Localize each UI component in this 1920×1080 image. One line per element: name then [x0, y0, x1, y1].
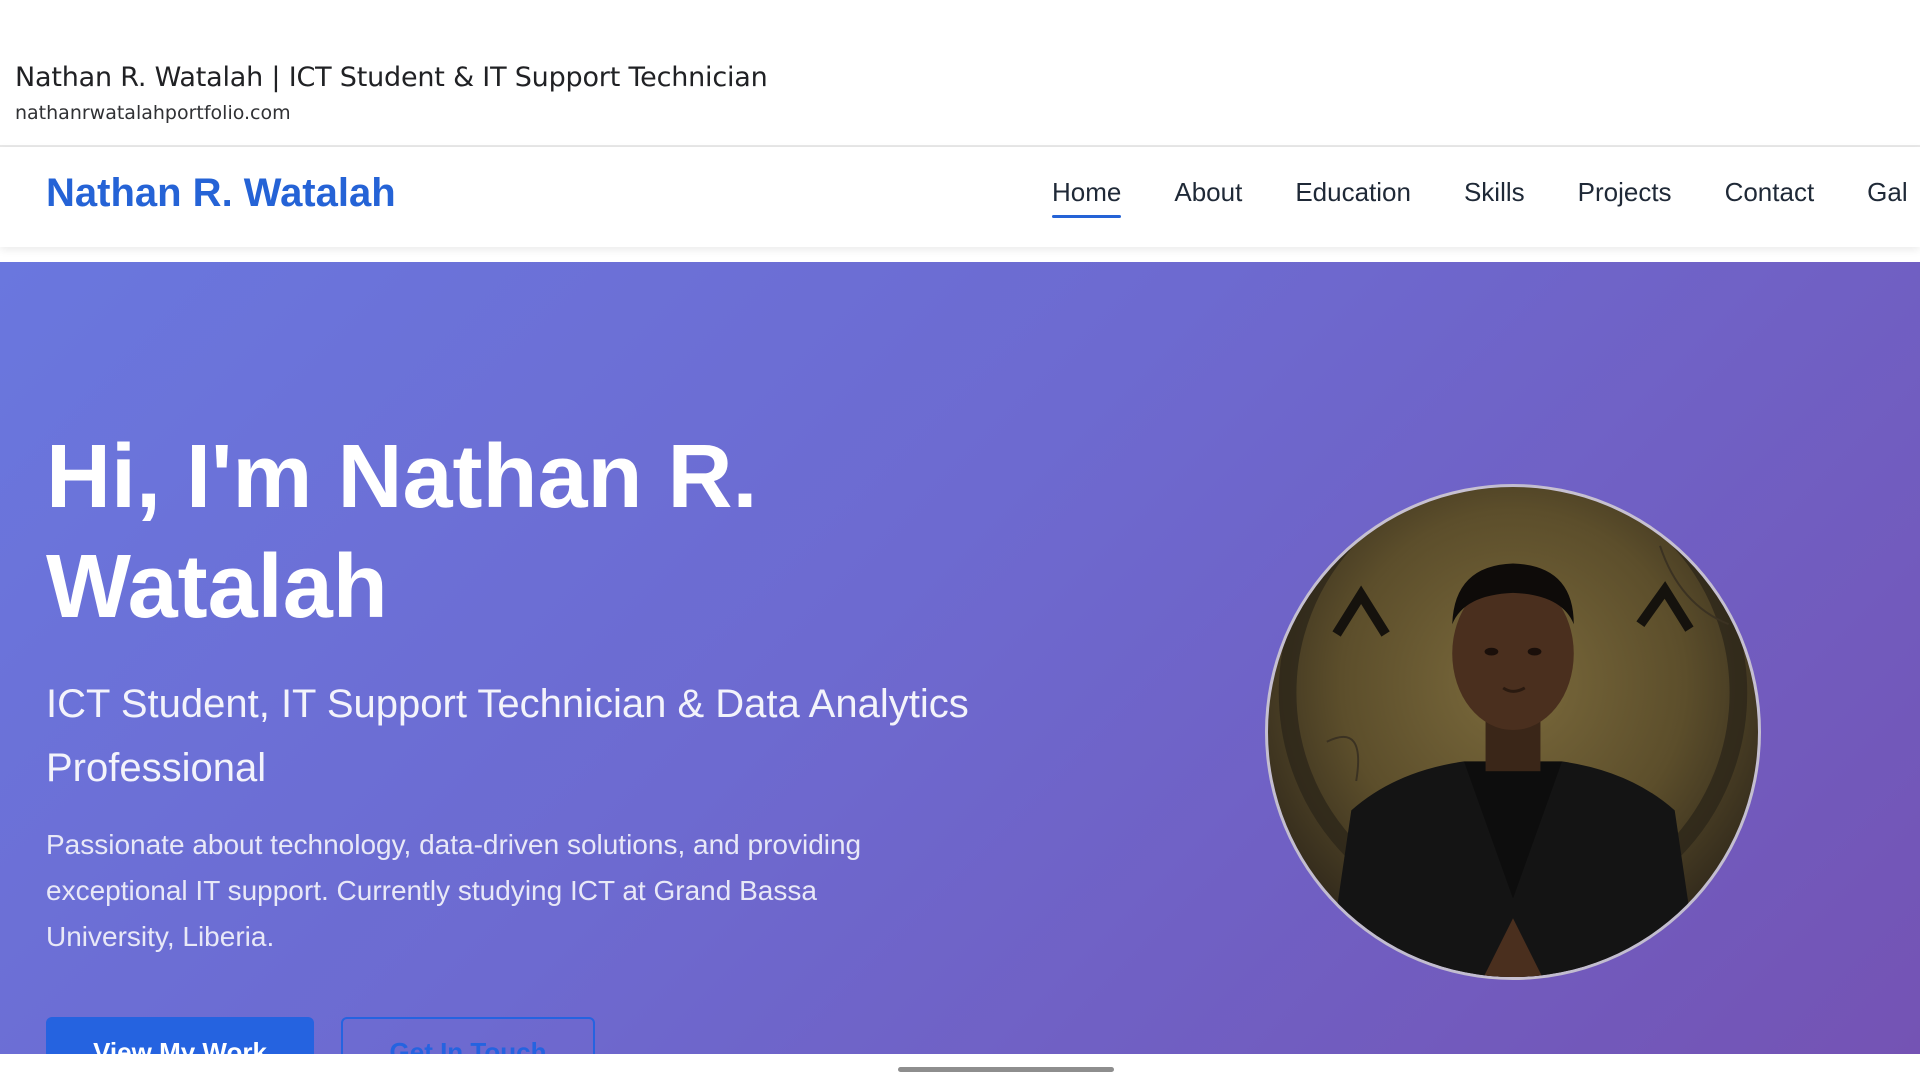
- nav-link-projects[interactable]: Projects: [1578, 177, 1672, 218]
- site-navbar: Nathan R. Watalah Home About Education S…: [0, 147, 1920, 247]
- hero-description: Passionate about technology, data-driven…: [46, 829, 862, 952]
- get-in-touch-button[interactable]: Get In Touch: [341, 1017, 595, 1054]
- nav-link-home[interactable]: Home: [1052, 177, 1122, 218]
- browser-tab-header: Nathan R. Watalah | ICT Student & IT Sup…: [0, 0, 1920, 147]
- profile-photo: [1265, 484, 1761, 980]
- hero-subtitle: ICT Student, IT Support Technician & Dat…: [46, 682, 969, 790]
- nav-link-education[interactable]: Education: [1295, 177, 1411, 218]
- nav-link-skills[interactable]: Skills: [1464, 177, 1525, 218]
- home-indicator[interactable]: [898, 1067, 1114, 1072]
- url-text[interactable]: nathanrwatalahportfolio.com: [15, 102, 291, 124]
- hero-section: Hi, I'm Nathan R. Watalah ICT Student, I…: [0, 262, 1920, 1054]
- view-my-work-button[interactable]: View My Work: [46, 1017, 314, 1054]
- hero-title: Hi, I'm Nathan R. Watalah: [46, 427, 758, 637]
- nav-link-gallery[interactable]: Gal: [1867, 177, 1907, 218]
- nav-link-about[interactable]: About: [1174, 177, 1242, 218]
- nav-links: Home About Education Skills Projects Con…: [1052, 177, 1920, 218]
- profile-photo-illustration: [1278, 487, 1748, 977]
- system-bottom-bar: [0, 1054, 1920, 1080]
- page-title: Nathan R. Watalah | ICT Student & IT Sup…: [15, 62, 768, 93]
- nav-link-contact[interactable]: Contact: [1725, 177, 1815, 218]
- site-brand[interactable]: Nathan R. Watalah: [46, 171, 396, 216]
